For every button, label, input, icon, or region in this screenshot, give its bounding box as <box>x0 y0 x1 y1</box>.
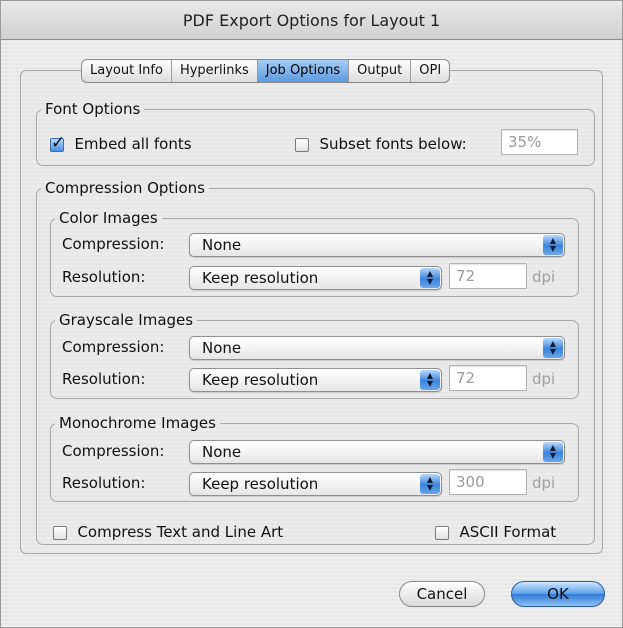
popup-arrows-icon: ▲ ▼ <box>420 370 440 390</box>
color-resolution-label: Resolution: <box>62 268 146 286</box>
grayscale-resolution-label: Resolution: <box>62 370 146 388</box>
tab-layout-info[interactable]: Layout Info <box>82 60 172 82</box>
color-images-legend: Color Images <box>59 209 158 227</box>
pdf-export-options-dialog: PDF Export Options for Layout 1 Layout I… <box>0 0 623 628</box>
color-compression-label: Compression: <box>62 235 165 253</box>
tab-output[interactable]: Output <box>349 60 412 82</box>
monochrome-images-legend: Monochrome Images <box>59 414 216 432</box>
monochrome-dpi-unit: dpi <box>532 474 556 492</box>
grayscale-compression-label: Compression: <box>62 338 165 356</box>
monochrome-compression-value: None <box>202 443 242 461</box>
subset-fonts-row[interactable]: Subset fonts below: <box>295 135 467 153</box>
ascii-format-label: ASCII Format <box>459 523 557 541</box>
color-resolution-popup[interactable]: Keep resolution ▲ ▼ <box>189 266 442 290</box>
grayscale-resolution-value: Keep resolution <box>202 371 319 389</box>
ascii-format-row[interactable]: ASCII Format <box>435 523 556 541</box>
tab-job-options[interactable]: Job Options <box>257 60 350 82</box>
monochrome-compression-label: Compression: <box>62 442 165 460</box>
grayscale-resolution-popup[interactable]: Keep resolution ▲ ▼ <box>189 368 442 392</box>
title-bar: PDF Export Options for Layout 1 <box>1 1 622 40</box>
popup-arrows-icon: ▲ ▼ <box>543 442 563 462</box>
cancel-button[interactable]: Cancel <box>399 581 485 607</box>
popup-arrows-icon: ▲ ▼ <box>420 268 440 288</box>
subset-fonts-label: Subset fonts below: <box>319 135 467 153</box>
window-title: PDF Export Options for Layout 1 <box>182 10 441 30</box>
monochrome-resolution-value: Keep resolution <box>202 475 319 493</box>
tab-bar: Layout Info Hyperlinks Job Options Outpu… <box>81 59 451 83</box>
ok-button[interactable]: OK <box>511 581 605 607</box>
grayscale-compression-popup[interactable]: None ▲ ▼ <box>189 336 565 360</box>
color-compression-popup[interactable]: None ▲ ▼ <box>189 233 565 257</box>
color-dpi-field[interactable]: 72 <box>449 263 527 289</box>
popup-arrows-icon: ▲ ▼ <box>543 235 563 255</box>
embed-all-fonts-label: Embed all fonts <box>74 135 192 153</box>
color-dpi-unit: dpi <box>532 268 556 286</box>
grayscale-images-legend: Grayscale Images <box>59 311 194 329</box>
monochrome-resolution-label: Resolution: <box>62 474 146 492</box>
embed-all-fonts-checkbox[interactable] <box>50 133 65 153</box>
popup-arrows-icon: ▲ ▼ <box>543 338 563 358</box>
compress-text-label: Compress Text and Line Art <box>77 523 284 541</box>
monochrome-resolution-popup[interactable]: Keep resolution ▲ ▼ <box>189 472 442 496</box>
tab-opi[interactable]: OPI <box>411 60 449 82</box>
color-resolution-value: Keep resolution <box>202 269 319 287</box>
embed-all-fonts-row[interactable]: Embed all fonts <box>50 133 192 153</box>
grayscale-compression-value: None <box>202 339 242 357</box>
popup-arrows-icon: ▲ ▼ <box>420 474 440 494</box>
ascii-format-checkbox[interactable] <box>435 526 449 540</box>
compress-text-row[interactable]: Compress Text and Line Art <box>53 523 283 541</box>
font-options-legend: Font Options <box>45 100 141 118</box>
compression-options-legend: Compression Options <box>45 179 205 197</box>
compress-text-checkbox[interactable] <box>53 526 67 540</box>
monochrome-compression-popup[interactable]: None ▲ ▼ <box>189 440 565 464</box>
monochrome-dpi-field[interactable]: 300 <box>449 469 527 495</box>
tab-hyperlinks[interactable]: Hyperlinks <box>172 60 258 82</box>
subset-fonts-checkbox[interactable] <box>295 138 309 152</box>
color-compression-value: None <box>202 236 242 254</box>
grayscale-dpi-unit: dpi <box>532 370 556 388</box>
subset-fonts-percent-field[interactable]: 35% <box>501 129 578 155</box>
grayscale-dpi-field[interactable]: 72 <box>449 365 527 391</box>
